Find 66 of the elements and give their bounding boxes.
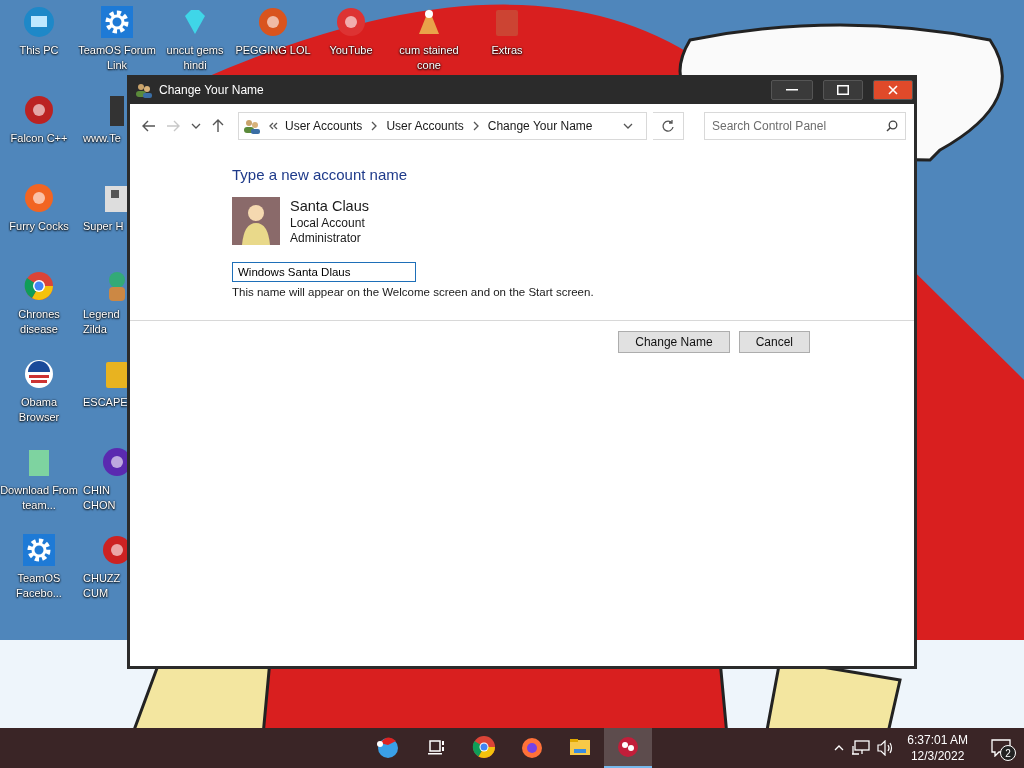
clock[interactable]: 6:37:01 AM 12/3/2022 [907, 732, 968, 764]
desktop-icon-label[interactable]: Falcon C++ [10, 131, 68, 146]
forward-arrow-icon [166, 120, 180, 132]
close-icon [888, 84, 898, 95]
gear-icon[interactable] [101, 6, 133, 38]
up-arrow-icon [212, 119, 224, 133]
desktop-icon-label[interactable]: Download From team... [0, 483, 78, 513]
desktop-icon-label[interactable]: Obama Browser [0, 395, 78, 425]
page-heading: Type a new account name [232, 166, 409, 183]
account-name: Santa Claus [290, 197, 369, 216]
account-role: Administrator [290, 231, 362, 246]
avatar [232, 197, 280, 245]
desktop-icon-label[interactable]: uncut gems hindi [156, 43, 234, 73]
chrome-icon[interactable] [23, 270, 55, 302]
round-app-icon[interactable] [23, 358, 55, 390]
desktop-icon-label[interactable]: TeamOS Forum Link [78, 43, 156, 73]
close-button[interactable] [873, 79, 913, 100]
double-chevron-icon [267, 120, 279, 132]
ball-icon [616, 735, 640, 759]
breadcrumb[interactable]: Change Your Name [487, 119, 593, 133]
desktop-icon-label[interactable]: ESCAPE [78, 395, 128, 410]
back-arrow-icon [142, 120, 156, 132]
maximize-button[interactable] [823, 79, 863, 100]
address-bar[interactable]: User Accounts User Accounts Change Your Name [238, 112, 647, 140]
search-icon [886, 120, 898, 132]
window-title: Change Your Name [159, 82, 265, 97]
ball-icon[interactable] [23, 94, 55, 126]
breadcrumb[interactable]: User Accounts [285, 119, 363, 133]
refresh-icon [660, 119, 675, 133]
desktop-icon-label[interactable]: TeamOS Facebo... [0, 571, 78, 601]
chrome-icon [472, 735, 496, 759]
search-field[interactable]: Search Control Panel [704, 112, 906, 140]
account-type: Local Account [290, 216, 366, 231]
monitor-icon[interactable] [23, 6, 55, 38]
desktop-icon-label[interactable]: CHIN CHON [78, 483, 128, 513]
minimize-icon [786, 88, 798, 91]
back-button[interactable] [140, 118, 158, 134]
change-name-button[interactable]: Change Name [618, 331, 730, 353]
desktop-icon-label[interactable]: www.Te [78, 131, 121, 146]
desktop-icon-label[interactable]: YouTube [329, 43, 373, 58]
desktop-icon-label[interactable]: Legend Zilda [78, 307, 128, 337]
name-field[interactable]: Windows Santa Dlaus [232, 262, 416, 282]
refresh-button[interactable] [652, 112, 684, 140]
users-icon [243, 118, 261, 134]
firefox-icon [520, 735, 544, 759]
message-icon [991, 739, 1011, 757]
desktop-icon-label[interactable]: This PC [19, 43, 59, 58]
desktop-icon-label[interactable]: Super H [78, 219, 124, 234]
desktop-icon-label[interactable]: CHUZZ CUM [78, 571, 128, 601]
cancel-button[interactable]: Cancel [738, 331, 810, 353]
up-button[interactable] [210, 117, 226, 135]
gear-icon[interactable] [23, 534, 55, 566]
desktop-icon-label[interactable]: Chrones disease [0, 307, 78, 337]
notification-count: 2 [1000, 745, 1016, 761]
network-icon[interactable] [851, 740, 872, 756]
desktop-icon-label[interactable]: Furry Cocks [9, 219, 69, 234]
hint-text: This name will appear on the Welcome screen and on the Start screen. [232, 286, 595, 298]
users-icon [135, 81, 153, 98]
minimize-button[interactable] [771, 79, 813, 100]
maximize-icon [837, 84, 849, 95]
taskbar-app[interactable] [604, 728, 652, 768]
notification-button[interactable]: 2 [986, 733, 1016, 763]
breadcrumb[interactable]: User Accounts [386, 119, 464, 133]
start-icon [376, 735, 400, 759]
desktop-icon-label[interactable]: Extras [491, 43, 523, 58]
desktop-icon-label[interactable]: cum stained cone [390, 43, 468, 73]
